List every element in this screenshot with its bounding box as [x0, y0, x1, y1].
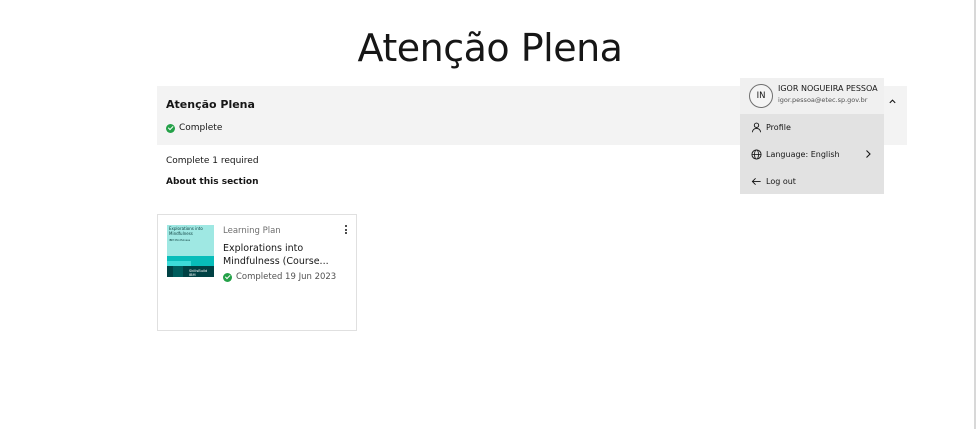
- avatar: IN: [749, 84, 773, 108]
- section-status: Complete: [166, 123, 222, 133]
- user-menu-dropdown: IN IGOR NOGUEIRA PESSOA igor.pessoa@etec…: [740, 78, 884, 194]
- user-menu-header: IN IGOR NOGUEIRA PESSOA igor.pessoa@etec…: [740, 78, 884, 114]
- card-title[interactable]: Explorations into Mindfulness (Course...: [223, 242, 343, 268]
- globe-icon: [750, 148, 762, 160]
- scrollbar[interactable]: [974, 0, 976, 429]
- menu-item-language[interactable]: Language: English: [740, 143, 884, 165]
- overflow-menu-vertical-icon[interactable]: [342, 224, 350, 235]
- about-section-link[interactable]: About this section: [166, 177, 259, 187]
- menu-item-label: Profile: [766, 122, 791, 132]
- chevron-right-icon: [866, 150, 871, 158]
- card-status-label: Completed 19 Jun 2023: [236, 272, 337, 282]
- menu-item-label: Log out: [766, 176, 796, 186]
- learning-plan-card[interactable]: Explorations into Mindfulness IBM Mindfu…: [157, 214, 357, 331]
- section-status-label: Complete: [179, 123, 223, 133]
- section-title: Atenção Plena: [166, 98, 255, 111]
- menu-item-label: Language: English: [766, 149, 840, 159]
- user-name: IGOR NOGUEIRA PESSOA: [778, 84, 878, 93]
- chevron-up-icon[interactable]: [888, 97, 897, 106]
- arrow-left-icon: [750, 175, 762, 187]
- checkmark-icon: [166, 123, 175, 133]
- menu-item-profile[interactable]: Profile: [740, 116, 884, 138]
- user-email: igor.pessoa@etec.sp.gov.br: [778, 96, 868, 104]
- thumbnail-subtitle: IBM Mindfulness: [169, 239, 191, 242]
- menu-item-logout[interactable]: Log out: [740, 170, 884, 192]
- course-thumbnail: Explorations into Mindfulness IBM Mindfu…: [167, 225, 214, 277]
- page-title: Atenção Plena: [357, 26, 623, 70]
- checkmark-icon: [223, 272, 232, 282]
- card-type-label: Learning Plan: [223, 226, 281, 236]
- requirement-text: Complete 1 required: [166, 156, 259, 166]
- user-icon: [750, 121, 762, 133]
- thumbnail-title: Explorations into Mindfulness: [169, 226, 203, 236]
- thumbnail-logo: SkillsBuild IBM: [189, 269, 208, 277]
- card-status: Completed 19 Jun 2023: [223, 272, 336, 282]
